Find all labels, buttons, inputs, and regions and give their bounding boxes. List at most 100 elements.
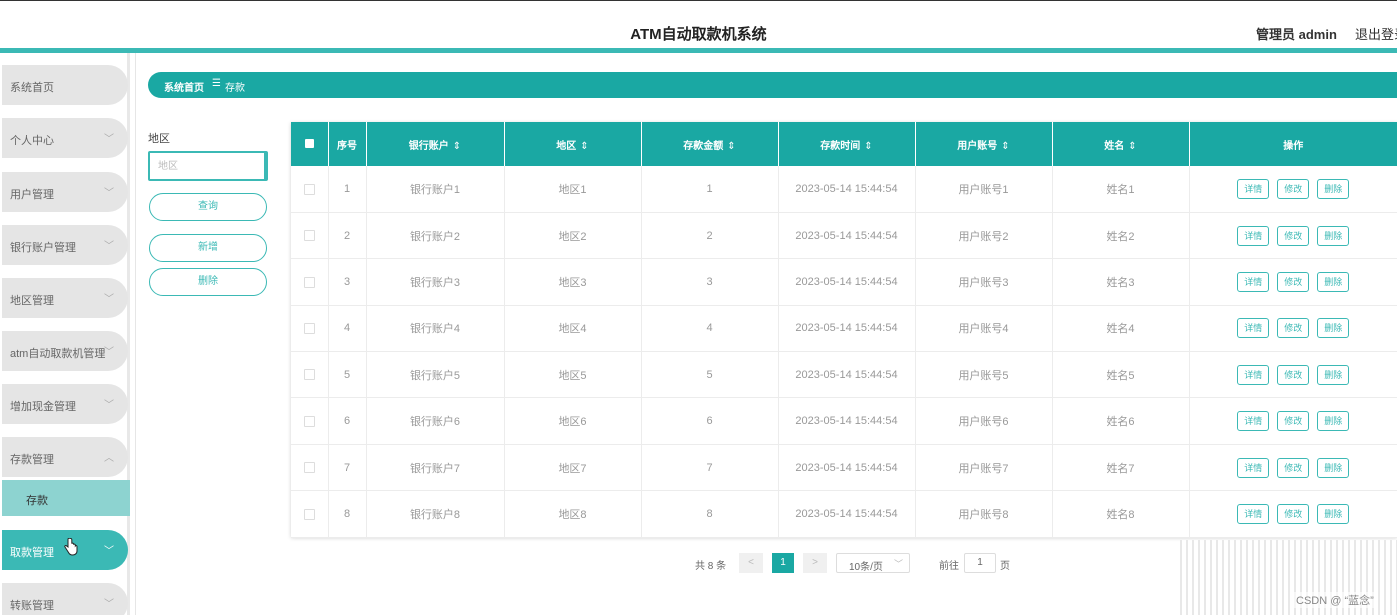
- column-header-sortable[interactable]: 银行账户 ⇕: [366, 122, 505, 166]
- cell-actions: 详情 修改 删除: [1189, 305, 1397, 353]
- cell-amount: 4: [641, 305, 779, 353]
- detail-button[interactable]: 详情: [1237, 318, 1270, 339]
- table-row: 5 银行账户5 地区5 5 2023-05-14 15:44:54 用户账号5 姓名5 详情修…: [291, 351, 1397, 399]
- batch-delete-button[interactable]: 删除: [149, 268, 267, 296]
- cell-name: 姓名3: [1052, 258, 1190, 306]
- row-checkbox[interactable]: [303, 369, 315, 381]
- detail-button[interactable]: 详情: [1237, 225, 1270, 246]
- cell-account: 银行账户4: [366, 305, 505, 353]
- sidebar-item-label: 存款管理: [10, 454, 54, 466]
- pagination-next-button[interactable]: >: [803, 553, 827, 573]
- deposit-table: 序号 银行账户 ⇕ 地区 ⇕ 存款金额 ⇕ 存款时间 ⇕ 用户账号 ⇕ 姓名 ⇕ 操作 1银…: [291, 122, 1397, 538]
- cell-region: 地区5: [504, 351, 642, 399]
- cell-actions: 详情 修改 删除: [1189, 444, 1397, 492]
- edit-button[interactable]: 修改: [1277, 457, 1310, 478]
- table-row: 4 银行账户4 地区4 4 2023-05-14 15:44:54 用户账号4 姓名4 详情修…: [291, 305, 1397, 353]
- sort-icon[interactable]: ⇕: [580, 141, 588, 152]
- delete-button[interactable]: 删除: [1317, 411, 1350, 432]
- cell-no: 3: [328, 258, 367, 306]
- page-size-select[interactable]: 10条/页 ﹀: [836, 553, 910, 573]
- breadcrumb: 系统首页 ☰ 存款: [148, 72, 1397, 98]
- row-checkbox[interactable]: [303, 415, 315, 427]
- row-checkbox-cell[interactable]: [291, 490, 329, 538]
- pagination-page-1[interactable]: 1: [772, 553, 794, 573]
- row-checkbox-cell[interactable]: [291, 212, 329, 260]
- region-search-label: 地区: [148, 133, 170, 145]
- select-all-checkbox[interactable]: [304, 139, 314, 149]
- sort-icon[interactable]: ⇕: [453, 141, 461, 152]
- sort-icon[interactable]: ⇕: [1128, 141, 1136, 152]
- row-checkbox-cell[interactable]: [291, 305, 329, 353]
- sidebar-item-atm[interactable]: atm自动取款机管理 ﹀: [2, 331, 128, 371]
- row-checkbox[interactable]: [303, 462, 315, 474]
- row-checkbox[interactable]: [303, 508, 315, 520]
- detail-button[interactable]: 详情: [1237, 178, 1270, 199]
- row-checkbox-cell[interactable]: [291, 397, 329, 445]
- edit-button[interactable]: 修改: [1277, 364, 1310, 385]
- sort-icon[interactable]: ⇕: [727, 141, 735, 152]
- column-header-sortable[interactable]: 姓名 ⇕: [1052, 122, 1190, 166]
- cell-time: 2023-05-14 15:44:54: [778, 444, 916, 492]
- row-checkbox[interactable]: [303, 230, 315, 242]
- cell-time: 2023-05-14 15:44:54: [778, 351, 916, 399]
- edit-button[interactable]: 修改: [1277, 271, 1310, 292]
- row-checkbox-cell[interactable]: [291, 351, 329, 399]
- table-row: 8 银行账户8 地区8 8 2023-05-14 15:44:54 用户账号8 姓名8 详情修…: [291, 490, 1397, 538]
- row-checkbox-cell[interactable]: [291, 258, 329, 306]
- delete-button[interactable]: 删除: [1317, 271, 1350, 292]
- column-header-sortable[interactable]: 用户账号 ⇕: [915, 122, 1053, 166]
- breadcrumb-home[interactable]: 系统首页: [164, 79, 204, 94]
- region-search-input[interactable]: [148, 151, 268, 181]
- detail-button[interactable]: 详情: [1237, 271, 1270, 292]
- delete-button[interactable]: 删除: [1317, 503, 1350, 524]
- row-checkbox[interactable]: [303, 276, 315, 288]
- column-header-sortable[interactable]: 存款金额 ⇕: [641, 122, 779, 166]
- sort-icon[interactable]: ⇕: [864, 141, 872, 152]
- sidebar-item-bank-accounts[interactable]: 银行账户管理 ﹀: [2, 225, 128, 265]
- sidebar-item-label: 用户管理: [10, 189, 54, 201]
- sidebar-item-profile[interactable]: 个人中心 ﹀: [2, 118, 128, 158]
- edit-button[interactable]: 修改: [1277, 503, 1310, 524]
- column-header-sortable[interactable]: 地区 ⇕: [504, 122, 642, 166]
- logout-link[interactable]: 退出登录: [1355, 24, 1397, 43]
- column-header-sortable[interactable]: 存款时间 ⇕: [778, 122, 916, 166]
- chevron-down-icon: ﹀: [104, 599, 114, 610]
- sidebar-item-transfer[interactable]: 转账管理 ﹀: [2, 583, 128, 615]
- sort-icon[interactable]: ⇕: [1001, 141, 1009, 152]
- sidebar: 系统首页 个人中心 ﹀ 用户管理 ﹀ 银行账户管理 ﹀ 地区管理 ﹀ atm自动取款机管理 ﹀ 增加现…: [0, 53, 136, 615]
- sidebar-item-users[interactable]: 用户管理 ﹀: [2, 172, 128, 212]
- delete-button[interactable]: 删除: [1317, 364, 1350, 385]
- delete-button[interactable]: 删除: [1317, 457, 1350, 478]
- delete-button[interactable]: 删除: [1317, 178, 1350, 199]
- query-button[interactable]: 查询: [149, 193, 267, 221]
- sidebar-item-withdraw[interactable]: 取款管理 ﹀: [2, 530, 128, 570]
- detail-button[interactable]: 详情: [1237, 364, 1270, 385]
- pagination-prev-button[interactable]: <: [739, 553, 763, 573]
- sidebar-item-deposit[interactable]: 存款管理 ︿: [2, 437, 128, 477]
- chevron-down-icon: ﹀: [104, 347, 114, 358]
- delete-button[interactable]: 删除: [1317, 225, 1350, 246]
- cell-actions: 详情 修改 删除: [1189, 490, 1397, 538]
- select-all-checkbox-cell[interactable]: [291, 122, 329, 166]
- add-button[interactable]: 新增: [149, 234, 267, 262]
- delete-button[interactable]: 删除: [1317, 318, 1350, 339]
- edit-button[interactable]: 修改: [1277, 225, 1310, 246]
- sidebar-subitem-deposit[interactable]: 存款: [2, 480, 130, 516]
- sidebar-item-cash[interactable]: 增加现金管理 ﹀: [2, 384, 128, 424]
- row-checkbox[interactable]: [303, 183, 315, 195]
- edit-button[interactable]: 修改: [1277, 318, 1310, 339]
- edit-button[interactable]: 修改: [1277, 411, 1310, 432]
- sidebar-item-home[interactable]: 系统首页: [2, 65, 128, 105]
- cell-name: 姓名2: [1052, 212, 1190, 260]
- cell-region: 地区4: [504, 305, 642, 353]
- sidebar-item-regions[interactable]: 地区管理 ﹀: [2, 278, 128, 318]
- row-checkbox-cell[interactable]: [291, 166, 329, 213]
- detail-button[interactable]: 详情: [1237, 457, 1270, 478]
- cell-time: 2023-05-14 15:44:54: [778, 212, 916, 260]
- detail-button[interactable]: 详情: [1237, 503, 1270, 524]
- edit-button[interactable]: 修改: [1277, 178, 1310, 199]
- row-checkbox-cell[interactable]: [291, 444, 329, 492]
- pagination-jump-input[interactable]: 1: [964, 553, 996, 573]
- row-checkbox[interactable]: [303, 322, 315, 334]
- detail-button[interactable]: 详情: [1237, 411, 1270, 432]
